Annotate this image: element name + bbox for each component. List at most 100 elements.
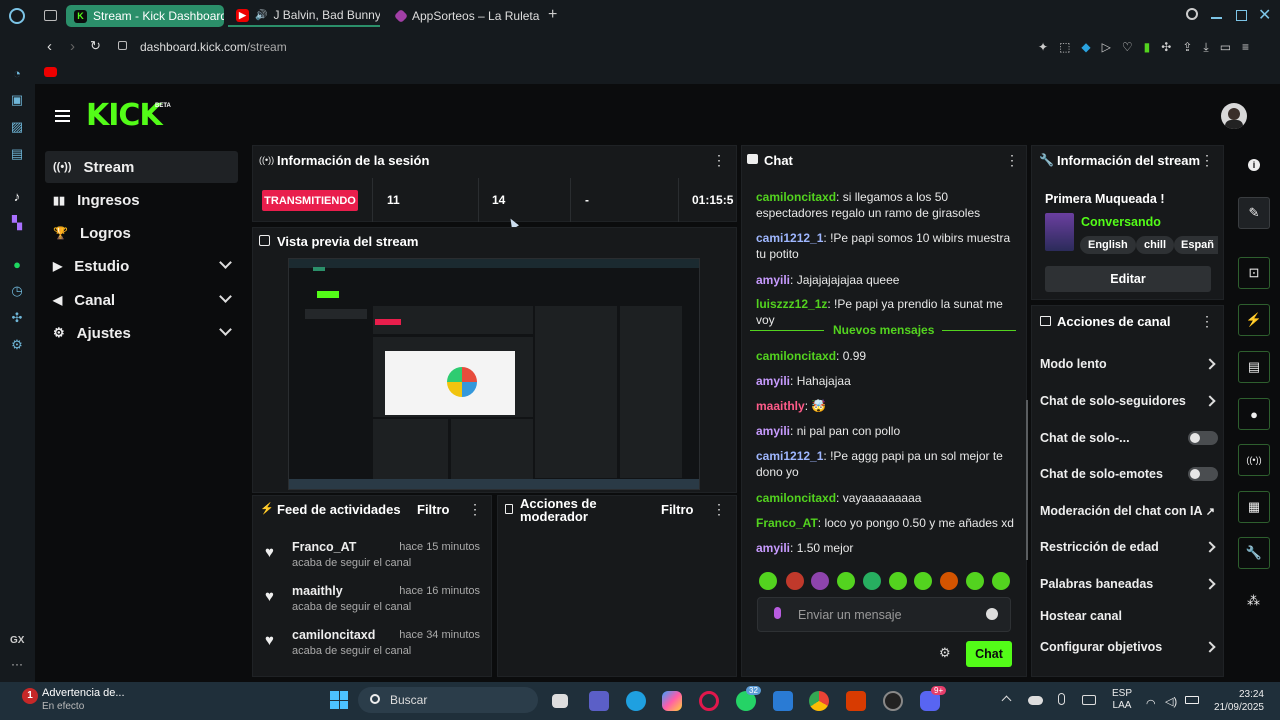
opera-gx-taskbar-icon[interactable] (699, 691, 719, 711)
notes-tool-button[interactable]: ▤ (1238, 351, 1270, 383)
edit-tool-button[interactable]: ✎ (1238, 197, 1270, 229)
puzzle-icon[interactable]: ✣ (1161, 40, 1171, 55)
nav-estudio[interactable]: ▶ Estudio (45, 250, 238, 282)
chat-username[interactable]: amyili (756, 374, 790, 388)
session-more-button[interactable]: ⋮ (712, 152, 726, 169)
forward-button[interactable]: › (70, 38, 75, 55)
emoji-picker-icon[interactable] (986, 608, 998, 620)
volume-icon[interactable]: ◁) (1165, 695, 1177, 708)
close-window-button[interactable]: ✕ (1258, 5, 1271, 25)
chat-username[interactable]: camiloncitaxd (756, 491, 836, 505)
microphone-tray-icon[interactable] (1058, 693, 1065, 705)
nav-canal[interactable]: ◀ Canal (45, 284, 238, 316)
chat-username[interactable]: cami1212_1 (756, 231, 823, 245)
add-widget-icon[interactable]: ⁂ (1247, 593, 1260, 609)
emote-icon[interactable] (759, 572, 777, 590)
action-age-restriction[interactable]: Restricción de edad (1040, 540, 1220, 554)
chat-username[interactable]: amyili (756, 273, 790, 287)
hamburger-menu-button[interactable] (55, 110, 70, 122)
feed-user[interactable]: maaithly (292, 584, 343, 598)
task-view-icon[interactable] (552, 694, 568, 708)
action-banned-words[interactable]: Palabras baneadas (1040, 577, 1220, 591)
reload-button[interactable]: ↻ (90, 38, 101, 54)
edit-button[interactable]: Editar (1045, 266, 1211, 292)
chat-username[interactable]: amyili (756, 541, 790, 555)
teams-icon[interactable] (589, 691, 609, 711)
chat-username[interactable]: camiloncitaxd (756, 190, 836, 204)
channel-actions-more-button[interactable]: ⋮ (1200, 313, 1214, 330)
tag-pill[interactable]: chill (1136, 236, 1175, 254)
chrome-icon[interactable] (809, 691, 829, 711)
lightning-tool-button[interactable]: ⚡ (1238, 304, 1270, 336)
emote-icon[interactable] (889, 572, 907, 590)
tab-youtube[interactable]: ▶ 🔊 J Balvin, Bad Bunny - (228, 5, 380, 27)
copilot-icon[interactable] (662, 691, 682, 711)
new-tab-button[interactable]: + (548, 6, 557, 24)
vpn-icon[interactable]: ◆ (1081, 40, 1090, 55)
language-indicator[interactable]: ESP LAA (1112, 688, 1132, 712)
tab-kick-dashboard[interactable]: K Stream - Kick Dashboard (66, 5, 224, 27)
tiktok-icon[interactable]: ♪ (10, 189, 24, 204)
feed-more-button[interactable]: ⋮ (468, 501, 482, 518)
feed-user[interactable]: camiloncitaxd (292, 628, 375, 642)
action-emotes-only[interactable]: Chat de solo-emotes (1040, 467, 1220, 481)
stream-info-more-button[interactable]: ⋮ (1200, 152, 1214, 169)
action-slow-mode[interactable]: Modo lento (1040, 357, 1220, 371)
emote-icon[interactable] (992, 572, 1010, 590)
microphone-icon[interactable] (774, 607, 781, 619)
obs-icon[interactable] (883, 691, 903, 711)
emote-icon[interactable] (863, 572, 881, 590)
battery-tray-icon[interactable] (1185, 696, 1199, 704)
restore-button[interactable] (1236, 10, 1247, 21)
youtube-bookmark-icon[interactable] (44, 67, 57, 77)
action-subs-only[interactable]: Chat de solo-... (1040, 431, 1220, 445)
chat-tool-button[interactable]: ● (1238, 398, 1270, 430)
share-icon[interactable]: ⇪ (1182, 40, 1192, 55)
workspaces-icon[interactable] (44, 10, 57, 21)
aria-icon[interactable]: ◔ (10, 66, 24, 81)
chat-username[interactable]: cami1212_1 (756, 449, 823, 463)
info-icon[interactable]: i (1248, 159, 1260, 171)
wrench-tool-button[interactable]: 🔧 (1238, 537, 1270, 569)
emotes-only-toggle[interactable] (1188, 467, 1218, 481)
taskbar-search[interactable]: Buscar (358, 687, 538, 713)
download-icon[interactable]: ⤓ (1203, 40, 1208, 55)
chat-username[interactable]: maaithly (756, 399, 805, 413)
nav-ingresos[interactable]: ▮▮ Ingresos (45, 184, 238, 216)
chat-scrollbar[interactable] (1026, 400, 1028, 560)
screenshot-tool-button[interactable]: ⊡ (1238, 257, 1270, 289)
keyboard-icon[interactable] (1082, 695, 1096, 705)
gx-logo[interactable]: GX (10, 635, 24, 646)
emote-icon[interactable] (940, 572, 958, 590)
feed-filter-button[interactable]: Filtro (417, 502, 450, 517)
action-ai-moderation[interactable]: Moderación del chat con IA ↗ (1040, 504, 1220, 518)
category-name[interactable]: Conversando (1081, 215, 1161, 229)
nav-logros[interactable]: 🏆 Logros (45, 217, 238, 249)
action-goals[interactable]: Configurar objetivos (1040, 640, 1220, 654)
mod-more-button[interactable]: ⋮ (712, 501, 726, 518)
menu-icon[interactable]: ≡ (1242, 40, 1249, 55)
chat-username[interactable]: amyili (756, 424, 790, 438)
nav-stream[interactable]: ((•)) Stream (45, 151, 238, 183)
broadcast-tool-button[interactable]: ((•)) (1238, 444, 1270, 476)
clock[interactable]: 23:24 21/09/2025 (1208, 688, 1264, 714)
history-icon[interactable]: ◷ (10, 283, 24, 298)
chat-input[interactable]: Enviar un mensaje (757, 597, 1011, 632)
spotify-icon[interactable]: ● (10, 257, 24, 272)
user-avatar[interactable] (1221, 103, 1247, 129)
onedrive-icon[interactable] (1028, 696, 1043, 705)
wifi-icon[interactable]: ◠ (1146, 697, 1156, 710)
emote-icon[interactable] (837, 572, 855, 590)
snapshot-icon[interactable]: ⬚ (1059, 40, 1070, 55)
flow-icon[interactable]: ▣ (10, 92, 24, 107)
minimize-button[interactable] (1211, 17, 1222, 19)
more-icon[interactable]: ··· (11, 657, 23, 671)
office-icon[interactable] (846, 691, 866, 711)
notification-widget[interactable]: 1 Advertencia de... En efecto (22, 685, 132, 717)
action-followers-only[interactable]: Chat de solo-seguidores (1040, 394, 1220, 408)
heart-icon[interactable]: ♡ (1122, 40, 1133, 55)
opera-logo-icon[interactable] (9, 8, 25, 24)
back-button[interactable]: ‹ (47, 38, 52, 55)
twitch-icon[interactable]: ▚ (10, 215, 24, 230)
nav-ajustes[interactable]: ⚙ Ajustes (45, 317, 238, 349)
